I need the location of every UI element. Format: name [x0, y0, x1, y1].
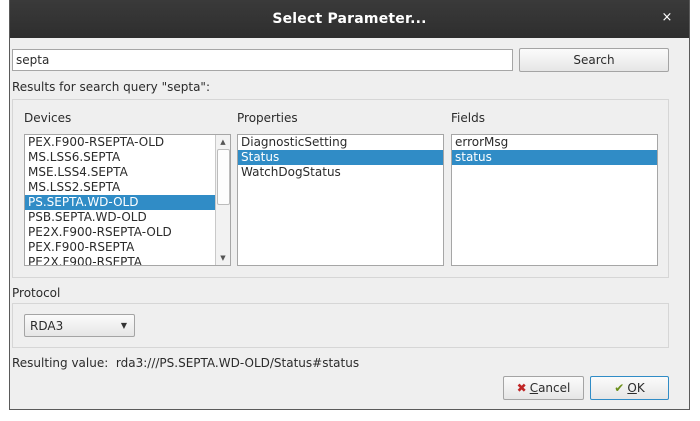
properties-list[interactable]: DiagnosticSetting Status WatchDogStatus: [237, 134, 444, 266]
fields-list[interactable]: errorMsg status: [451, 134, 658, 266]
resulting-value-label: Resulting value:: [12, 356, 109, 370]
fields-label: Fields: [451, 111, 485, 125]
properties-label: Properties: [237, 111, 298, 125]
resulting-value-text: rda3:///PS.SEPTA.WD-OLD/Status#status: [115, 356, 360, 370]
property-item[interactable]: Status: [238, 150, 443, 165]
cancel-icon: ✖: [516, 381, 527, 395]
chevron-down-icon: ▼: [120, 321, 127, 330]
device-item[interactable]: PS.SEPTA.WD-OLD: [25, 195, 216, 210]
resulting-value: Resulting value: rda3:///PS.SEPTA.WD-OLD…: [12, 356, 359, 370]
device-item[interactable]: PE2X.F900-RSEPTA-OLD: [25, 225, 216, 240]
close-icon[interactable]: ×: [659, 10, 675, 26]
field-item[interactable]: status: [452, 150, 657, 165]
device-item[interactable]: MSE.LSS4.SEPTA: [25, 165, 216, 180]
devices-list[interactable]: PEX.F900-RSEPTA-OLD MS.LSS6.SEPTA MSE.LSS4…: [24, 134, 231, 266]
device-item[interactable]: PEX.F900-RSEPTA: [25, 240, 216, 255]
cancel-label: ancel: [538, 381, 571, 395]
protocol-label: Protocol: [12, 286, 61, 300]
search-button[interactable]: Search: [519, 48, 669, 72]
scroll-down-icon[interactable]: ▼: [216, 251, 230, 265]
ok-icon: ✔: [614, 381, 625, 395]
protocol-value: RDA3: [30, 319, 64, 333]
cancel-mnemonic: C: [529, 381, 539, 395]
ok-mnemonic: O: [627, 381, 637, 395]
scroll-up-icon[interactable]: ▲: [216, 135, 230, 149]
devices-label: Devices: [24, 111, 72, 125]
protocol-select[interactable]: RDA3 ▼: [24, 314, 135, 337]
property-item[interactable]: WatchDogStatus: [238, 165, 443, 180]
device-item[interactable]: PSB.SEPTA.WD-OLD: [25, 210, 216, 225]
devices-scrollbar[interactable]: ▲ ▼: [215, 135, 230, 265]
property-item[interactable]: DiagnosticSetting: [238, 135, 443, 150]
search-input[interactable]: [12, 49, 513, 71]
dialog-title: Select Parameter...: [272, 11, 427, 27]
devices-items: PEX.F900-RSEPTA-OLD MS.LSS6.SEPTA MSE.LSS4…: [25, 135, 216, 265]
device-item[interactable]: MS.LSS6.SEPTA: [25, 150, 216, 165]
scroll-thumb[interactable]: [217, 149, 230, 205]
ok-label: K: [636, 381, 645, 395]
title-bar[interactable]: Select Parameter... ×: [10, 0, 689, 38]
cancel-button[interactable]: ✖ Cancel: [503, 376, 584, 400]
device-item[interactable]: PEX.F900-RSEPTA-OLD: [25, 135, 216, 150]
device-item[interactable]: PE2X.F900-RSEPTA: [25, 255, 216, 265]
results-label: Results for search query "septa":: [12, 80, 210, 94]
device-item[interactable]: MS.LSS2.SEPTA: [25, 180, 216, 195]
field-item[interactable]: errorMsg: [452, 135, 657, 150]
ok-button[interactable]: ✔ OK: [590, 376, 669, 400]
